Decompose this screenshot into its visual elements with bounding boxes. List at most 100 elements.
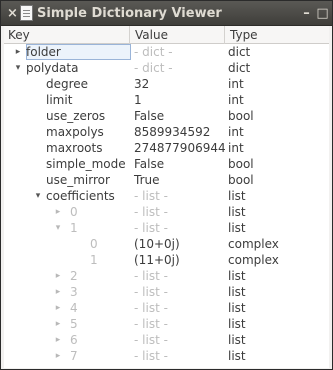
row-value: - list - [134, 189, 168, 203]
column-header-type[interactable]: Type [226, 26, 326, 44]
row-type: int [228, 93, 244, 107]
row-type: bool [228, 109, 254, 123]
row-key: 1 [90, 253, 98, 267]
row-value: - list - [134, 269, 168, 283]
tree-row[interactable]: ▸ 2 - list - list [4, 268, 329, 284]
collapse-arrow-icon[interactable]: ▾ [32, 188, 44, 204]
app-window: × – □ Simple Dictionary Viewer Key Value… [0, 0, 333, 370]
expand-arrow-icon[interactable]: ▸ [52, 316, 64, 332]
row-type: list [228, 333, 246, 347]
row-key: maxroots [46, 141, 103, 155]
expand-arrow-icon[interactable]: ▸ [52, 300, 64, 316]
tree-row[interactable]: ▾ polydata - dict - dict [4, 60, 329, 76]
document-icon [20, 5, 33, 21]
tree-row[interactable]: limit 1 int [4, 92, 329, 108]
row-value: - list - [134, 285, 168, 299]
row-key: 2 [70, 269, 78, 283]
row-value: False [134, 157, 165, 171]
row-type: dict [228, 61, 251, 75]
row-value: 274877906944 [134, 141, 226, 155]
row-value: - list - [134, 205, 168, 219]
row-type: list [228, 269, 246, 283]
row-type: list [228, 301, 246, 315]
collapse-arrow-icon[interactable]: ▾ [12, 60, 24, 76]
title-bar[interactable]: × – □ Simple Dictionary Viewer [1, 1, 332, 26]
tree-row[interactable]: ▸ 3 - list - list [4, 284, 329, 300]
tree-row[interactable]: 0 (10+0j) complex [4, 236, 329, 252]
expand-arrow-icon[interactable]: ▸ [52, 332, 64, 348]
row-value: - list - [134, 221, 168, 235]
tree-row[interactable]: ▸ 0 - list - list [4, 204, 329, 220]
close-icon[interactable]: × [5, 6, 20, 21]
expand-arrow-icon[interactable]: ▸ [52, 204, 64, 220]
row-value: - dict - [134, 61, 173, 75]
row-type: int [228, 141, 244, 155]
tree-row[interactable]: ▸ 7 - list - list [4, 348, 329, 364]
row-type: int [228, 77, 244, 91]
row-value: - list - [134, 349, 168, 363]
row-type: dict [228, 45, 251, 59]
tree-row[interactable]: ▸ 4 - list - list [4, 300, 329, 316]
row-value: - list - [134, 301, 168, 315]
row-type: list [228, 317, 246, 331]
row-key: 7 [70, 349, 78, 363]
tree-row[interactable]: maxroots 274877906944 int [4, 140, 329, 156]
row-key: use_mirror [46, 173, 110, 187]
row-type: list [228, 205, 246, 219]
column-header-key[interactable]: Key [4, 26, 130, 44]
row-value: (10+0j) [134, 237, 180, 251]
column-header-value[interactable]: Value [131, 26, 225, 44]
row-value: (11+0j) [134, 253, 180, 267]
tree-row[interactable]: use_zeros False bool [4, 108, 329, 124]
row-key: 3 [70, 285, 78, 299]
row-type: list [228, 349, 246, 363]
tree-row[interactable]: ▾ coefficients - list - list [4, 188, 329, 204]
tree-row[interactable]: ▾ 1 - list - list [4, 220, 329, 236]
row-key: folder [26, 45, 61, 59]
expand-arrow-icon[interactable]: ▸ [12, 44, 24, 60]
row-key: degree [46, 77, 89, 91]
collapse-arrow-icon[interactable]: ▾ [52, 220, 64, 236]
expand-arrow-icon[interactable]: ▸ [52, 348, 64, 364]
tree-row[interactable]: simple_mode False bool [4, 156, 329, 172]
row-value: - dict - [134, 45, 173, 59]
row-key: use_zeros [46, 109, 106, 123]
row-type: list [228, 221, 246, 235]
tree-header: Key Value Type [4, 26, 329, 44]
maximize-icon[interactable]: □ [315, 6, 330, 21]
row-type: complex [228, 253, 279, 267]
expand-arrow-icon[interactable]: ▸ [52, 284, 64, 300]
row-type: list [228, 189, 246, 203]
row-key: 6 [70, 333, 78, 347]
row-key: 4 [70, 301, 78, 315]
tree-row[interactable]: ▸ 5 - list - list [4, 316, 329, 332]
row-value: 1 [134, 93, 142, 107]
tree-row[interactable]: use_mirror True bool [4, 172, 329, 188]
tree-row[interactable]: degree 32 int [4, 76, 329, 92]
row-key: 1 [70, 221, 78, 235]
row-key: 0 [70, 205, 78, 219]
row-value: 32 [134, 77, 150, 91]
row-type: complex [228, 237, 279, 251]
expand-arrow-icon[interactable]: ▸ [52, 268, 64, 284]
row-type: int [228, 125, 244, 139]
row-type: list [228, 285, 246, 299]
tree-row[interactable]: 1 (11+0j) complex [4, 252, 329, 268]
row-type: bool [228, 173, 254, 187]
tree-row[interactable]: ▸ folder - dict - dict [4, 44, 329, 60]
row-value: 8589934592 [134, 125, 211, 139]
row-value: - list - [134, 317, 168, 331]
row-value: - list - [134, 333, 168, 347]
row-type: bool [228, 157, 254, 171]
row-key: limit [46, 93, 73, 107]
row-value: True [134, 173, 160, 187]
row-key: 5 [70, 317, 78, 331]
row-key: simple_mode [46, 157, 126, 171]
row-key: maxpolys [46, 125, 104, 139]
minimize-icon[interactable]: – [299, 6, 314, 21]
tree-view[interactable]: ▸ folder - dict - dict ▾ polydata - dict - dict… [4, 44, 329, 368]
row-key: polydata [26, 61, 79, 75]
tree-row[interactable]: maxpolys 8589934592 int [4, 124, 329, 140]
tree-row[interactable]: ▸ 6 - list - list [4, 332, 329, 348]
window-title: Simple Dictionary Viewer [37, 6, 222, 21]
